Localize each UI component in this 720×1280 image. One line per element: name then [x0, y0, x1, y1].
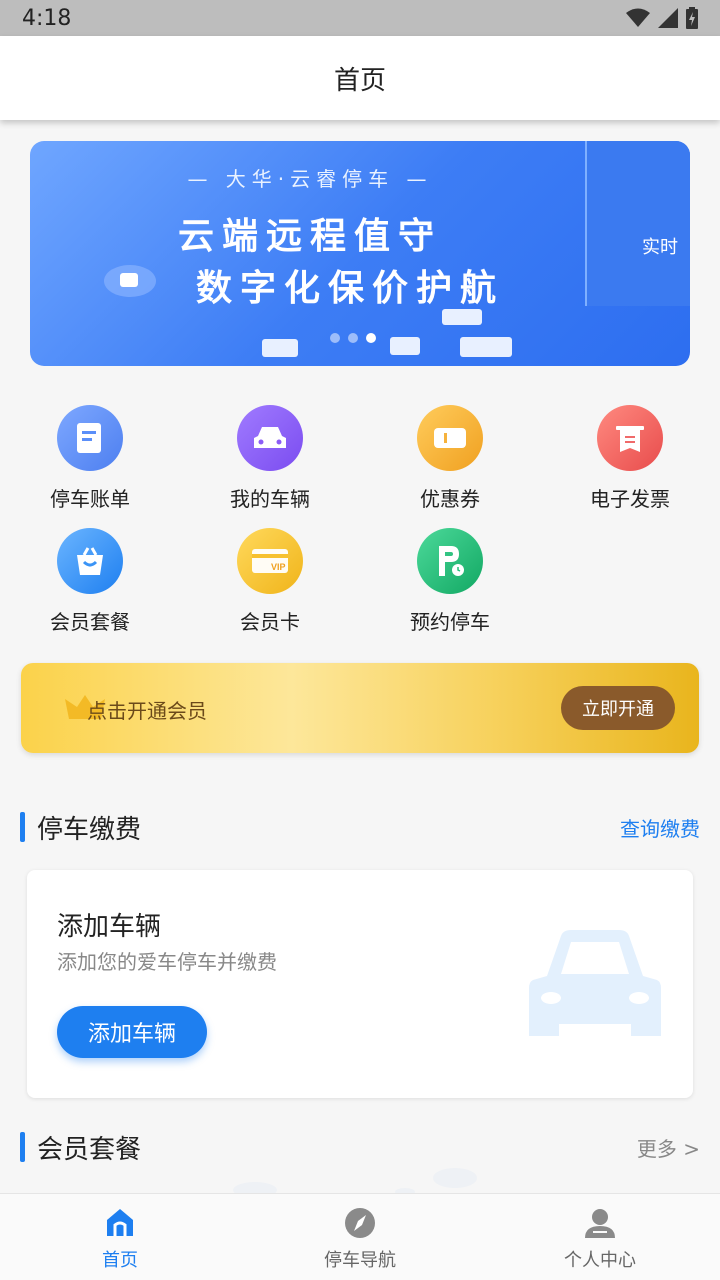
grid-item-my-car[interactable]: 我的车辆 — [180, 405, 360, 512]
grid-label: 预约停车 — [410, 610, 490, 634]
tab-parking-navigation[interactable]: 停车导航 — [240, 1194, 480, 1280]
add-vehicle-card: 添加车辆 添加您的爱车停车并缴费 添加车辆 — [27, 870, 693, 1098]
tab-label: 停车导航 — [324, 1250, 396, 1271]
banner-side-panel: 实时 — [585, 141, 690, 306]
pager-dot[interactable] — [330, 333, 340, 343]
status-icons — [626, 7, 698, 29]
status-bar: 4:18 — [0, 0, 720, 36]
status-time: 4:18 — [22, 5, 72, 31]
clouds-decoration — [233, 1168, 477, 1193]
grid-label: 停车账单 — [50, 487, 130, 511]
grid-item-bill[interactable]: 停车账单 — [0, 405, 180, 512]
grid-label: 我的车辆 — [230, 487, 310, 511]
battery-icon — [686, 7, 698, 29]
grid-label: 电子发票 — [590, 487, 670, 511]
section-membership-header: 会员套餐 更多 > — [20, 1130, 700, 1165]
more-link[interactable]: 更多 > — [637, 1133, 700, 1162]
card-title: 添加车辆 — [57, 912, 162, 942]
page-title: 首页 — [333, 65, 386, 96]
wifi-icon — [626, 8, 650, 27]
section-title: 停车缴费 — [37, 814, 142, 845]
pager-dot[interactable] — [348, 333, 358, 343]
user-icon — [585, 1209, 615, 1238]
coupon-icon — [417, 405, 483, 471]
invoice-icon — [597, 405, 663, 471]
grid-item-membership[interactable]: 会员套餐 — [0, 528, 180, 635]
reserve-parking-icon — [417, 528, 483, 594]
section-parking-header: 停车缴费 查询缴费 — [20, 810, 700, 845]
grid-item-invoice[interactable]: 电子发票 — [540, 405, 720, 512]
car-icon — [237, 405, 303, 471]
tab-home[interactable]: 首页 — [0, 1194, 240, 1280]
card-subtitle: 添加您的爱车停车并缴费 — [57, 950, 277, 974]
vip-card-icon: VIP — [237, 528, 303, 594]
tab-profile[interactable]: 个人中心 — [480, 1194, 720, 1280]
grid-item-reserve-parking[interactable]: 预约停车 — [360, 528, 540, 635]
section-accent-bar — [20, 812, 25, 842]
grid-label: 会员套餐 — [50, 610, 130, 634]
app-header: 首页 — [0, 36, 720, 120]
bill-icon — [57, 405, 123, 471]
banner-pager — [330, 333, 376, 343]
vip-banner-text: 点击开通会员 — [87, 699, 207, 723]
banner-deco-block — [262, 339, 298, 357]
banner-side-text: 实时 — [642, 237, 678, 258]
grid-item-coupon[interactable]: 优惠券 — [360, 405, 540, 512]
banner-deco-block — [442, 309, 482, 325]
promo-banner[interactable]: — 大华·云睿停车 — 云端远程值守 数字化保价护航 实时 — [30, 141, 690, 366]
section-accent-bar — [20, 1132, 25, 1162]
car-illustration-icon — [529, 930, 661, 1036]
grid-label: 优惠券 — [420, 487, 480, 511]
pager-dot-active[interactable] — [366, 333, 376, 343]
bottom-tab-bar: 首页 停车导航 个人中心 — [0, 1193, 720, 1280]
svg-text:VIP: VIP — [271, 562, 286, 572]
compass-icon — [345, 1208, 375, 1238]
add-vehicle-button[interactable]: 添加车辆 — [57, 1006, 207, 1058]
vip-banner[interactable]: 点击开通会员 立即开通 — [21, 663, 699, 753]
home-icon — [107, 1209, 133, 1236]
banner-subtitle: — 大华·云睿停车 — — [187, 167, 433, 191]
coin-icon — [104, 265, 156, 297]
signal-icon — [658, 8, 678, 28]
grid-label: 会员卡 — [240, 610, 300, 634]
tab-label: 首页 — [102, 1250, 138, 1271]
bag-icon — [57, 528, 123, 594]
activate-vip-button[interactable]: 立即开通 — [561, 686, 675, 730]
query-payment-link[interactable]: 查询缴费 — [620, 813, 700, 842]
banner-deco-block — [390, 337, 420, 355]
grid-item-vip-card[interactable]: VIP 会员卡 — [180, 528, 360, 635]
tab-label: 个人中心 — [564, 1250, 636, 1271]
banner-headline-1: 云端远程值守 — [177, 216, 442, 257]
banner-deco-block — [460, 337, 512, 357]
